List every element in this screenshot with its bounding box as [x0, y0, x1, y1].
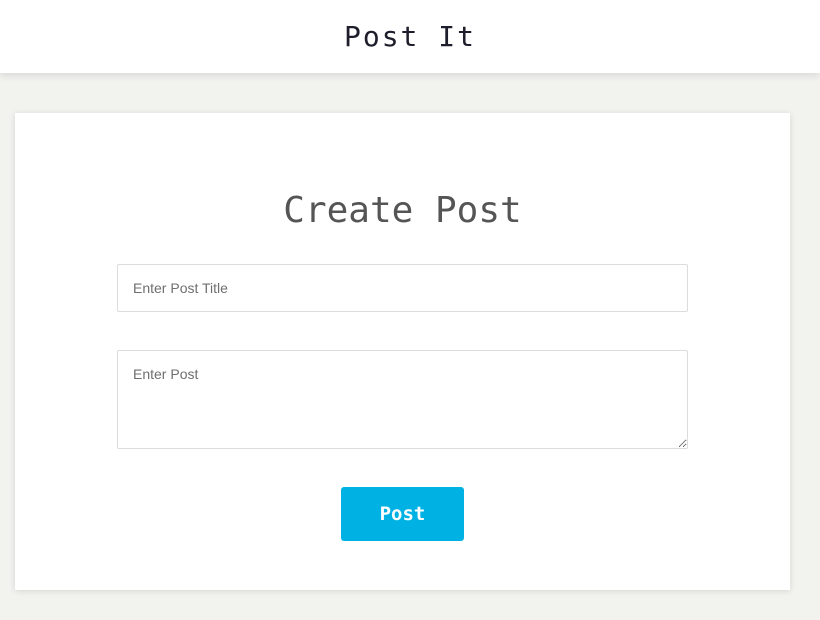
app-title: Post It — [343, 20, 476, 53]
post-title-input[interactable] — [117, 264, 688, 312]
page-title: Create Post — [283, 190, 522, 231]
post-submit-button[interactable]: Post — [341, 487, 464, 541]
app-header: Post It — [0, 0, 820, 73]
post-body-textarea[interactable] — [117, 350, 688, 449]
